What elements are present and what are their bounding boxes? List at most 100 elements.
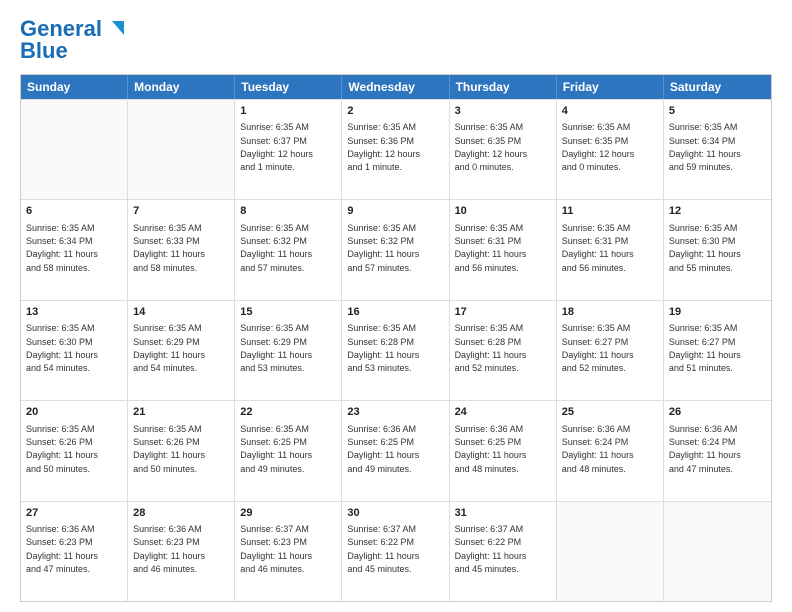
day-info: Sunrise: 6:35 AM Sunset: 6:35 PM Dayligh… [562,122,635,172]
calendar-cell: 15 Sunrise: 6:35 AM Sunset: 6:29 PM Dayli… [235,301,342,400]
calendar-cell: 26Sunrise: 6:36 AM Sunset: 6:24 PM Dayli… [664,401,771,500]
day-info: Sunrise: 6:35 AM Sunset: 6:32 PM Dayligh… [347,223,419,273]
calendar-cell: 30Sunrise: 6:37 AM Sunset: 6:22 PM Dayli… [342,502,449,601]
calendar-cell: 6 Sunrise: 6:35 AM Sunset: 6:34 PM Daylig… [21,200,128,299]
calendar-cell: 31 Sunrise: 6:37 AM Sunset: 6:22 PM Dayli… [450,502,557,601]
day-info: Sunrise: 6:35 AM Sunset: 6:31 PM Dayligh… [455,223,527,273]
calendar-row: 6 Sunrise: 6:35 AM Sunset: 6:34 PM Daylig… [21,199,771,299]
calendar-cell: 2 Sunrise: 6:35 AM Sunset: 6:36 PM Daylig… [342,100,449,199]
logo: General Blue [20,16,126,64]
day-info: Sunrise: 6:36 AM Sunset: 6:23 PM Dayligh… [26,524,98,574]
calendar-cell [21,100,128,199]
calendar-cell [128,100,235,199]
day-info: Sunrise: 6:35 AM Sunset: 6:27 PM Dayligh… [562,323,634,373]
calendar-cell: 20 Sunrise: 6:35 AM Sunset: 6:26 PM Dayli… [21,401,128,500]
day-number: 12 [669,204,766,219]
day-number: 27 [26,506,122,521]
day-number: 6 [26,204,122,219]
calendar-cell: 27 Sunrise: 6:36 AM Sunset: 6:23 PM Dayli… [21,502,128,601]
calendar-cell: 17 Sunrise: 6:35 AM Sunset: 6:28 PM Dayli… [450,301,557,400]
calendar-cell: 1 Sunrise: 6:35 AM Sunset: 6:37 PM Daylig… [235,100,342,199]
calendar-cell: 22 Sunrise: 6:35 AM Sunset: 6:25 PM Dayli… [235,401,342,500]
calendar-cell: 7 Sunrise: 6:35 AM Sunset: 6:33 PM Daylig… [128,200,235,299]
calendar: SundayMondayTuesdayWednesdayThursdayFrid… [20,74,772,602]
day-info: Sunrise: 6:35 AM Sunset: 6:28 PM Dayligh… [347,323,419,373]
calendar-cell [664,502,771,601]
calendar-body: 1 Sunrise: 6:35 AM Sunset: 6:37 PM Daylig… [21,99,771,601]
day-info: Sunrise: 6:35 AM Sunset: 6:29 PM Dayligh… [133,323,205,373]
calendar-cell: 12 Sunrise: 6:35 AM Sunset: 6:30 PM Dayli… [664,200,771,299]
day-number: 5 [669,104,766,119]
day-number: 15 [240,305,336,320]
day-info: Sunrise: 6:35 AM Sunset: 6:31 PM Dayligh… [562,223,634,273]
weekday-header: Saturday [664,75,771,99]
day-number: 7 [133,204,229,219]
day-number: 3 [455,104,551,119]
day-info: Sunrise: 6:35 AM Sunset: 6:32 PM Dayligh… [240,223,312,273]
day-info: Sunrise: 6:35 AM Sunset: 6:34 PM Dayligh… [26,223,98,273]
day-info: Sunrise: 6:35 AM Sunset: 6:36 PM Dayligh… [347,122,420,172]
page: General Blue SundayMondayTuesdayWednesda… [0,0,792,612]
day-number: 17 [455,305,551,320]
day-info: Sunrise: 6:35 AM Sunset: 6:28 PM Dayligh… [455,323,527,373]
day-number: 20 [26,405,122,420]
day-number: 28 [133,506,229,521]
day-number: 31 [455,506,551,521]
calendar-cell: 11 Sunrise: 6:35 AM Sunset: 6:31 PM Dayli… [557,200,664,299]
calendar-cell: 13Sunrise: 6:35 AM Sunset: 6:30 PM Dayli… [21,301,128,400]
day-info: Sunrise: 6:35 AM Sunset: 6:26 PM Dayligh… [26,424,98,474]
day-number: 16 [347,305,443,320]
day-number: 21 [133,405,229,420]
day-info: Sunrise: 6:35 AM Sunset: 6:37 PM Dayligh… [240,122,313,172]
calendar-row: 27 Sunrise: 6:36 AM Sunset: 6:23 PM Dayli… [21,501,771,601]
day-info: Sunrise: 6:36 AM Sunset: 6:24 PM Dayligh… [562,424,634,474]
day-number: 14 [133,305,229,320]
calendar-cell: 14 Sunrise: 6:35 AM Sunset: 6:29 PM Dayli… [128,301,235,400]
day-info: Sunrise: 6:36 AM Sunset: 6:25 PM Dayligh… [455,424,527,474]
calendar-cell: 25 Sunrise: 6:36 AM Sunset: 6:24 PM Dayli… [557,401,664,500]
calendar-cell: 5 Sunrise: 6:35 AM Sunset: 6:34 PM Daylig… [664,100,771,199]
calendar-header: SundayMondayTuesdayWednesdayThursdayFrid… [21,75,771,99]
day-number: 9 [347,204,443,219]
calendar-cell: 28Sunrise: 6:36 AM Sunset: 6:23 PM Dayli… [128,502,235,601]
logo-blue: Blue [20,38,68,64]
day-number: 29 [240,506,336,521]
day-info: Sunrise: 6:35 AM Sunset: 6:30 PM Dayligh… [669,223,741,273]
header: General Blue [20,16,772,64]
day-number: 8 [240,204,336,219]
logo-icon [104,17,126,39]
day-info: Sunrise: 6:35 AM Sunset: 6:35 PM Dayligh… [455,122,528,172]
day-number: 11 [562,204,658,219]
day-number: 23 [347,405,443,420]
weekday-header: Sunday [21,75,128,99]
calendar-cell: 16 Sunrise: 6:35 AM Sunset: 6:28 PM Dayli… [342,301,449,400]
weekday-header: Monday [128,75,235,99]
calendar-row: 13Sunrise: 6:35 AM Sunset: 6:30 PM Dayli… [21,300,771,400]
calendar-cell: 24 Sunrise: 6:36 AM Sunset: 6:25 PM Dayli… [450,401,557,500]
day-number: 18 [562,305,658,320]
day-number: 24 [455,405,551,420]
weekday-header: Friday [557,75,664,99]
day-number: 4 [562,104,658,119]
day-info: Sunrise: 6:35 AM Sunset: 6:33 PM Dayligh… [133,223,205,273]
calendar-cell: 23 Sunrise: 6:36 AM Sunset: 6:25 PM Dayli… [342,401,449,500]
day-info: Sunrise: 6:36 AM Sunset: 6:25 PM Dayligh… [347,424,419,474]
day-info: Sunrise: 6:37 AM Sunset: 6:22 PM Dayligh… [455,524,527,574]
day-number: 25 [562,405,658,420]
day-info: Sunrise: 6:35 AM Sunset: 6:26 PM Dayligh… [133,424,205,474]
calendar-cell: 10Sunrise: 6:35 AM Sunset: 6:31 PM Dayli… [450,200,557,299]
day-info: Sunrise: 6:35 AM Sunset: 6:34 PM Dayligh… [669,122,741,172]
day-number: 2 [347,104,443,119]
day-number: 13 [26,305,122,320]
weekday-header: Wednesday [342,75,449,99]
day-number: 19 [669,305,766,320]
day-info: Sunrise: 6:37 AM Sunset: 6:23 PM Dayligh… [240,524,312,574]
calendar-cell [557,502,664,601]
day-info: Sunrise: 6:35 AM Sunset: 6:29 PM Dayligh… [240,323,312,373]
calendar-row: 20 Sunrise: 6:35 AM Sunset: 6:26 PM Dayli… [21,400,771,500]
calendar-cell: 19Sunrise: 6:35 AM Sunset: 6:27 PM Dayli… [664,301,771,400]
day-number: 1 [240,104,336,119]
day-number: 22 [240,405,336,420]
calendar-cell: 18 Sunrise: 6:35 AM Sunset: 6:27 PM Dayli… [557,301,664,400]
day-info: Sunrise: 6:35 AM Sunset: 6:25 PM Dayligh… [240,424,312,474]
